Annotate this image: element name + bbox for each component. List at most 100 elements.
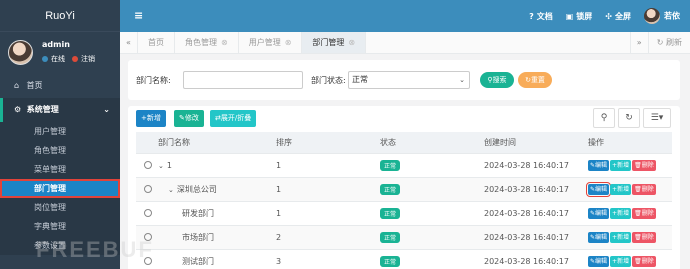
refresh-button[interactable]: ↻ (618, 108, 640, 128)
chevron-down-icon[interactable]: ⌄ (168, 186, 174, 194)
expand-collapse-button[interactable]: ⇄展开/折叠 (210, 110, 257, 127)
row-edit-button[interactable]: ✎编辑 (588, 207, 610, 219)
table-row[interactable]: 市场部门 2 正常 2024-03-28 16:40:17 ✎编辑 +新增 🗑删除 (136, 225, 672, 250)
search-form: 部门名称: 部门状态: 正常 ⌄ ⚲搜索 ↻重置 (128, 60, 680, 100)
op-label: 新增 (617, 233, 630, 241)
row-add-button[interactable]: +新增 (610, 231, 632, 243)
fullscreen-icon: ✣ (605, 11, 612, 21)
main-content: 部门名称: 部门状态: 正常 ⌄ ⚲搜索 ↻重置 +新增 ✎修改 ⇄展开/折叠 … (120, 54, 690, 269)
sidebar-item-system[interactable]: ⚙ 系统管理 ⌄ (0, 98, 120, 122)
docs-label: 文档 (536, 11, 553, 21)
tab-refresh-button[interactable]: ↻ 刷新 (647, 32, 690, 53)
tab-users[interactable]: 用户管理 ⊗ (239, 32, 303, 53)
sidebar-item-depts[interactable]: 部门管理 (0, 179, 120, 198)
tab-home[interactable]: 首页 (138, 32, 175, 53)
refresh-icon: ↻ (656, 38, 666, 47)
sidebar-item-posts[interactable]: 岗位管理 (0, 198, 120, 217)
order-cell: 2 (276, 225, 380, 250)
list-icon: ☰▾ (650, 113, 664, 123)
row-radio[interactable] (144, 185, 152, 193)
add-button-label: 新增 (146, 114, 161, 122)
sidebar-item-params[interactable]: 参数设置 (0, 236, 120, 255)
chevron-down-icon: ⌄ (459, 76, 465, 84)
dept-name-cell: 研发部门 (158, 201, 276, 226)
op-label: 新增 (617, 185, 630, 193)
table-row[interactable]: 研发部门 1 正常 2024-03-28 16:40:17 ✎编辑 +新增 🗑删除 (136, 201, 672, 226)
dept-name-input[interactable] (183, 71, 303, 89)
status-badge: 正常 (380, 255, 401, 267)
dept-name-cell: 深圳总公司 (176, 184, 217, 194)
chevron-down-icon[interactable]: ⌄ (158, 162, 164, 170)
user-menu[interactable]: 若依 (644, 8, 680, 24)
sidebar-item-users[interactable]: 用户管理 (0, 122, 120, 141)
sidebar-item-home[interactable]: ⌂ 首页 (0, 74, 120, 98)
op-label: 删除 (641, 257, 654, 265)
op-label: 删除 (641, 209, 654, 217)
tab-roles[interactable]: 角色管理 ⊗ (175, 32, 239, 53)
order-cell: 1 (276, 201, 380, 226)
row-edit-button[interactable]: ✎编辑 (585, 181, 612, 197)
row-add-button[interactable]: +新增 (610, 207, 632, 219)
sidebar-item-menus[interactable]: 菜单管理 (0, 160, 120, 179)
logout-link[interactable]: 注销 (81, 54, 95, 64)
top-navbar: ≡ ? 文档 ▣ 锁屏 ✣ 全屏 若依 (120, 0, 690, 32)
refresh-label: 刷新 (666, 38, 682, 47)
tab-next-icon[interactable]: » (629, 32, 648, 53)
add-button[interactable]: +新增 (136, 110, 166, 127)
row-add-button[interactable]: +新增 (610, 183, 632, 195)
dept-status-select[interactable]: 正常 ⌄ (348, 71, 470, 89)
column-header: 操作 (588, 132, 672, 154)
row-radio[interactable] (144, 233, 152, 241)
close-icon[interactable]: ⊗ (348, 38, 355, 47)
row-radio[interactable] (144, 209, 152, 217)
select-column-header (136, 132, 158, 154)
avatar[interactable] (8, 40, 33, 65)
fullscreen-link[interactable]: ✣ 全屏 (605, 11, 631, 22)
menu-toggle-icon[interactable]: ≡ (134, 9, 143, 22)
sidebar-item-roles[interactable]: 角色管理 (0, 141, 120, 160)
dept-name-cell: 1 (166, 160, 172, 170)
row-delete-button[interactable]: 🗑删除 (632, 207, 656, 219)
status-badge: 正常 (380, 231, 401, 243)
docs-link[interactable]: ? 文档 (529, 11, 553, 22)
row-radio[interactable] (144, 161, 152, 169)
avatar (644, 8, 660, 24)
row-add-button[interactable]: +新增 (610, 255, 632, 267)
row-delete-button[interactable]: 🗑删除 (632, 231, 656, 243)
table-row[interactable]: 测试部门 3 正常 2024-03-28 16:40:17 ✎编辑 +新增 🗑删除 (136, 249, 672, 269)
search-button-label: 搜索 (492, 76, 507, 84)
row-edit-button[interactable]: ✎编辑 (588, 159, 610, 171)
row-edit-button[interactable]: ✎编辑 (588, 231, 610, 243)
table-row[interactable]: ⌄ 1 1 正常 2024-03-28 16:40:17 ✎编辑 +新增 🗑删除 (136, 153, 672, 178)
lock-label: 锁屏 (576, 11, 593, 21)
tab-spacer (366, 32, 630, 53)
created-time-cell: 2024-03-28 16:40:17 (484, 249, 588, 269)
fullscreen-label: 全屏 (615, 11, 631, 21)
table-row[interactable]: ⌄ 深圳总公司 1 正常 2024-03-28 16:40:17 ✎编辑 +新增 🗑删… (136, 177, 672, 202)
row-edit-button[interactable]: ✎编辑 (588, 255, 610, 267)
tab-depts[interactable]: 部门管理 ⊗ (302, 32, 367, 53)
columns-toggle-button[interactable]: ☰▾ (643, 108, 671, 128)
tab-bar: « 首页 角色管理 ⊗ 用户管理 ⊗ 部门管理 ⊗ » ↻ 刷新 (120, 32, 690, 54)
tab-prev-icon[interactable]: « (120, 32, 138, 53)
op-label: 删除 (641, 161, 654, 169)
close-icon[interactable]: ⊗ (285, 38, 292, 47)
row-add-button[interactable]: +新增 (610, 159, 632, 171)
app-logo[interactable]: RuoYi (0, 0, 120, 32)
sidebar-item-dicts[interactable]: 字典管理 (0, 217, 120, 236)
lock-link[interactable]: ▣ 锁屏 (566, 11, 593, 22)
row-delete-button[interactable]: 🗑删除 (632, 183, 656, 195)
row-delete-button[interactable]: 🗑删除 (632, 255, 656, 267)
created-time-cell: 2024-03-28 16:40:17 (484, 225, 588, 250)
refresh-icon: ↻ (625, 113, 633, 123)
row-radio[interactable] (144, 257, 152, 265)
dept-table: 部门名称 排序 状态 创建时间 操作 ⌄ 1 1 正常 2024-03-28 16… (136, 132, 672, 269)
search-button[interactable]: ⚲搜索 (480, 72, 514, 88)
close-icon[interactable]: ⊗ (221, 38, 228, 47)
reset-button[interactable]: ↻重置 (518, 72, 552, 88)
row-delete-button[interactable]: 🗑删除 (632, 159, 656, 171)
edit-button[interactable]: ✎修改 (174, 110, 204, 127)
search-toggle-button[interactable]: ⚲ (593, 108, 615, 128)
lock-icon: ▣ (565, 11, 574, 21)
sidebar: RuoYi admin 在线 注销 ⌂ 首页 ⚙ 系统管理 ⌄ 用户管理 角色管… (0, 0, 120, 269)
